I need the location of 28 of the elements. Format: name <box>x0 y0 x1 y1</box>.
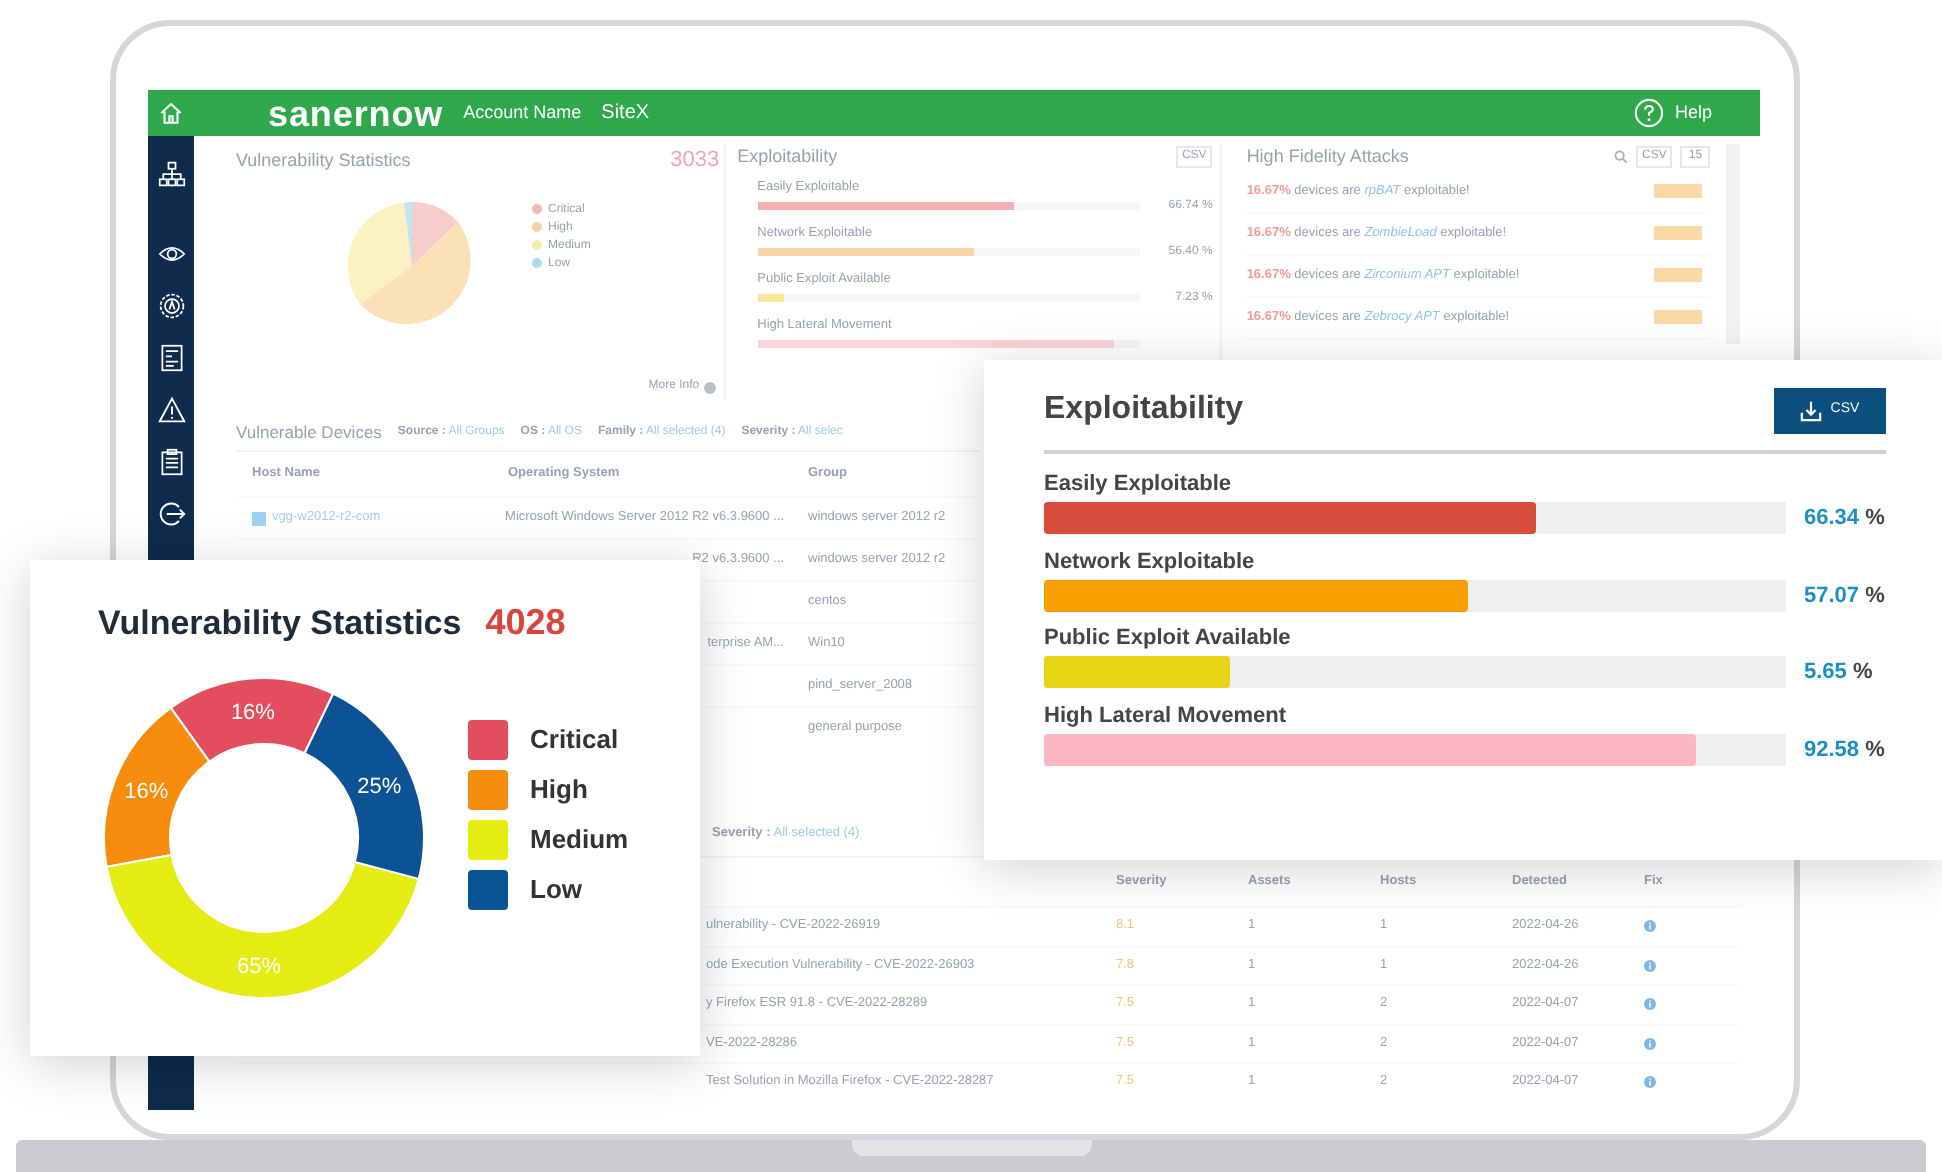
total-count: 4028 <box>485 600 566 646</box>
bar-label: Public Exploit Available <box>1044 624 1293 654</box>
slice-label: 25% <box>357 774 402 799</box>
slice-label: 16% <box>230 701 275 726</box>
slice-label: 16% <box>124 780 169 805</box>
total-count: 3033 <box>670 146 720 176</box>
legend-label: Critical <box>530 722 619 759</box>
panel-title: Exploitability <box>737 144 838 170</box>
card-title: Vulnerability Statistics <box>98 602 462 646</box>
section-title: Vulnerable Devices <box>236 420 382 446</box>
site-name[interactable]: SiteX <box>601 98 650 128</box>
percentage: 66.34 % <box>1804 504 1885 534</box>
percentage: 57.07 % <box>1804 581 1885 611</box>
bar-label: High Lateral Movement <box>1044 701 1289 731</box>
slice-label: 65% <box>237 954 282 979</box>
logo: sanernow <box>268 95 444 131</box>
legend-label: Medium <box>530 822 629 859</box>
help-button[interactable]: Help <box>1634 98 1712 128</box>
percentage: 92.58 % <box>1804 735 1885 765</box>
card-title: Exploitability <box>1044 390 1244 430</box>
legend-label: High <box>530 772 588 809</box>
bar-label: Network Exploitable <box>1044 547 1257 577</box>
percentage: 5.65 % <box>1804 658 1873 688</box>
bar-label: Easily Exploitable <box>1044 470 1234 500</box>
panel-title: Vulnerability Statistics <box>236 147 411 174</box>
panel-title: High Fidelity Attacks <box>1246 144 1409 170</box>
legend-label: Low <box>530 872 582 909</box>
account-name[interactable]: Account Name <box>463 99 582 127</box>
